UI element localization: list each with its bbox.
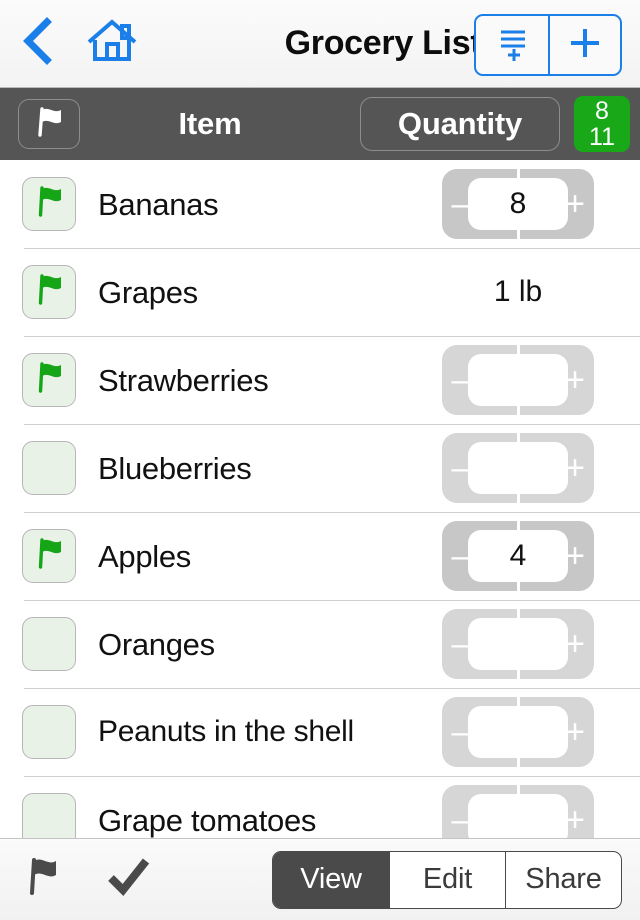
increment-button[interactable]: + <box>556 363 594 397</box>
badge-checked-count: 8 <box>595 97 609 125</box>
quantity-stepper[interactable]: 4– + <box>442 521 594 591</box>
quantity-cell: 4– + <box>418 521 618 591</box>
increment-button[interactable]: + <box>556 627 594 661</box>
table-row[interactable]: Grapes 1 lb <box>0 248 640 336</box>
badge-total-count: 11 <box>589 123 615 151</box>
table-row[interactable]: Blueberries – + <box>0 424 640 512</box>
quantity-stepper[interactable]: 8– + <box>442 169 594 239</box>
table-row[interactable]: Oranges – + <box>0 600 640 688</box>
plus-icon <box>565 23 605 68</box>
flag-icon <box>33 361 65 400</box>
row-flag-toggle[interactable] <box>22 529 76 583</box>
increment-button[interactable]: + <box>556 539 594 573</box>
quantity-cell: 8– + <box>418 169 618 239</box>
quantity-cell: 1 lb <box>418 275 618 309</box>
decrement-button[interactable]: – <box>442 539 480 573</box>
quantity-stepper[interactable]: – + <box>442 785 594 838</box>
flag-icon <box>23 855 63 904</box>
item-name: Blueberries <box>98 450 252 486</box>
checkmark-icon <box>106 856 152 903</box>
row-flag-toggle[interactable] <box>22 441 76 495</box>
item-name: Peanuts in the shell <box>98 715 354 748</box>
bottom-toolbar: View Edit Share <box>0 838 640 920</box>
quantity-stepper[interactable]: – + <box>442 609 594 679</box>
row-flag-toggle[interactable] <box>22 793 76 838</box>
add-multiple-lines-icon <box>492 23 532 68</box>
table-row[interactable]: Apples 4– + <box>0 512 640 600</box>
column-header-item: Item <box>178 106 242 141</box>
toolbar-flag-button[interactable] <box>0 855 86 904</box>
column-header-bar: Item Quantity 8 11 <box>0 88 640 160</box>
grocery-item-list[interactable]: Bananas 8– + Grapes 1 lb Strawberries – + Bluebe… <box>0 160 640 838</box>
table-row[interactable]: Strawberries – + <box>0 336 640 424</box>
flag-icon <box>33 273 65 312</box>
quantity-stepper[interactable]: – + <box>442 345 594 415</box>
table-row[interactable]: Bananas 8– + <box>0 160 640 248</box>
quantity-value[interactable] <box>468 794 568 838</box>
item-name: Grapes <box>98 274 198 310</box>
increment-button[interactable]: + <box>556 187 594 221</box>
flag-icon <box>33 185 65 224</box>
quantity-stepper[interactable]: – + <box>442 433 594 503</box>
home-icon <box>86 17 138 70</box>
toolbar-check-button[interactable] <box>86 856 172 903</box>
quantity-value[interactable] <box>468 354 568 406</box>
table-row[interactable]: Grape tomatoes – + <box>0 776 640 838</box>
quantity-cell: – + <box>418 609 618 679</box>
quantity-cell: – + <box>418 345 618 415</box>
back-button[interactable] <box>0 17 74 70</box>
mode-segment-edit[interactable]: Edit <box>389 851 505 908</box>
item-name: Oranges <box>98 626 215 662</box>
decrement-button[interactable]: – <box>442 627 480 661</box>
status-badge[interactable]: 8 11 <box>574 96 630 152</box>
navbar-action-group <box>474 14 622 76</box>
row-flag-toggle[interactable] <box>22 705 76 759</box>
navigation-bar: Grocery List <box>0 0 640 88</box>
quantity-value[interactable] <box>468 618 568 670</box>
quantity-cell: – + <box>418 697 618 767</box>
quantity-value[interactable]: 8 <box>468 178 568 230</box>
row-flag-toggle[interactable] <box>22 353 76 407</box>
home-button[interactable] <box>74 17 150 70</box>
mode-segment-share[interactable]: Share <box>505 851 621 908</box>
row-flag-toggle[interactable] <box>22 617 76 671</box>
quantity-cell: – + <box>418 433 618 503</box>
quantity-value[interactable]: 4 <box>468 530 568 582</box>
column-header-quantity-button[interactable]: Quantity <box>360 97 560 151</box>
decrement-button[interactable]: – <box>442 715 480 749</box>
table-row[interactable]: Peanuts in the shell – + <box>0 688 640 776</box>
mode-segment-view[interactable]: View <box>273 851 389 908</box>
decrement-button[interactable]: – <box>442 803 480 837</box>
quantity-value[interactable] <box>468 706 568 758</box>
increment-button[interactable]: + <box>556 803 594 837</box>
item-name: Strawberries <box>98 362 269 398</box>
quantity-stepper[interactable]: – + <box>442 697 594 767</box>
flag-icon <box>33 537 65 576</box>
decrement-button[interactable]: – <box>442 451 480 485</box>
quantity-value[interactable] <box>468 442 568 494</box>
navbar-actions <box>474 14 622 76</box>
chevron-left-icon <box>20 17 54 70</box>
increment-button[interactable]: + <box>556 715 594 749</box>
row-flag-toggle[interactable] <box>22 265 76 319</box>
mode-segmented-control: View Edit Share <box>272 850 622 909</box>
item-name: Grape tomatoes <box>98 802 317 838</box>
quantity-cell: – + <box>418 785 618 838</box>
decrement-button[interactable]: – <box>442 363 480 397</box>
decrement-button[interactable]: – <box>442 187 480 221</box>
add-item-button[interactable] <box>548 16 620 74</box>
item-name: Apples <box>98 538 191 574</box>
add-multiple-lines-button[interactable] <box>476 16 548 74</box>
increment-button[interactable]: + <box>556 451 594 485</box>
quantity-text: 1 lb <box>493 275 543 308</box>
row-flag-toggle[interactable] <box>22 177 76 231</box>
item-name: Bananas <box>98 186 219 222</box>
grocery-list-screen: Grocery List Item Quantity 8 11 Bananas … <box>0 0 640 920</box>
